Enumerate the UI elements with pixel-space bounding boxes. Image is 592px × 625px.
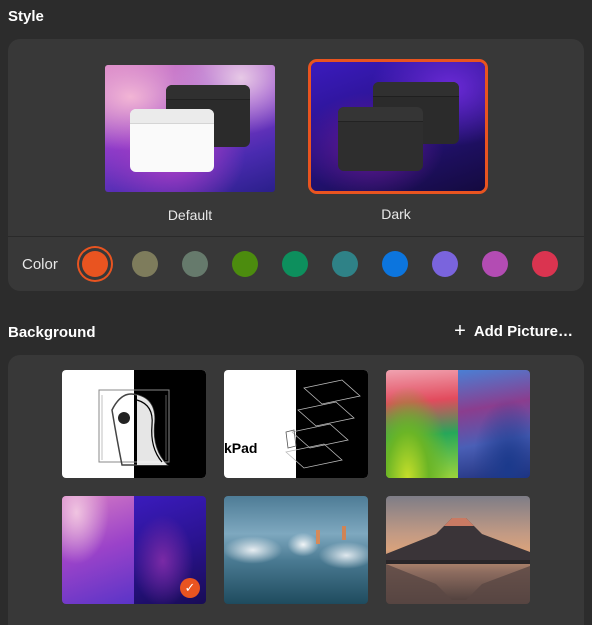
mountain-drawing	[386, 518, 530, 604]
style-card: Default Dark Color	[8, 39, 584, 291]
preview-window-front	[338, 107, 423, 171]
check-icon: ✓	[180, 578, 200, 598]
accent-color-row: Color	[8, 236, 584, 292]
add-picture-button[interactable]: + Add Picture…	[454, 320, 573, 342]
add-picture-label: Add Picture…	[473, 323, 573, 340]
wallpaper-sonoma-waves[interactable]	[386, 370, 530, 478]
accent-swatch-blue[interactable]	[382, 251, 408, 277]
accent-swatch-purple[interactable]	[432, 251, 458, 277]
wallpaper-sky-reflection[interactable]	[224, 496, 368, 604]
accent-swatch-magenta[interactable]	[482, 251, 508, 277]
wallpaper-mount-fuji[interactable]	[386, 496, 530, 604]
wallpaper-monterey-purple[interactable]: ✓	[62, 496, 206, 604]
accent-swatch-viridian[interactable]	[282, 251, 308, 277]
accent-swatch-olive[interactable]	[232, 251, 258, 277]
accent-swatch-prussian-green[interactable]	[332, 251, 358, 277]
color-label: Color	[22, 256, 58, 273]
wallpaper-partial-text: kPad	[224, 440, 258, 456]
theme-dark-option[interactable]: Dark	[308, 59, 488, 222]
accent-swatch-red[interactable]	[532, 251, 558, 277]
style-section-title: Style	[8, 8, 44, 25]
theme-dark-preview	[308, 59, 488, 194]
accent-swatch-orange[interactable]	[82, 251, 108, 277]
preview-window-front	[130, 109, 214, 172]
portrait-drawing	[98, 389, 170, 466]
accent-swatch-bark[interactable]	[132, 251, 158, 277]
theme-default-label: Default	[167, 207, 213, 223]
theme-dark-label: Dark	[381, 206, 411, 222]
background-section-title: Background	[8, 324, 96, 341]
wallpaper-mono-portrait[interactable]	[62, 370, 206, 478]
plus-icon: +	[454, 320, 466, 342]
theme-default-option[interactable]: Default	[102, 59, 278, 223]
wallpaper-laptop-exploded[interactable]: kPad	[224, 370, 368, 478]
background-card: kPad ✓	[8, 355, 584, 625]
theme-default-preview	[102, 62, 278, 195]
laptop-drawing	[285, 379, 361, 469]
accent-swatch-sage[interactable]	[182, 251, 208, 277]
